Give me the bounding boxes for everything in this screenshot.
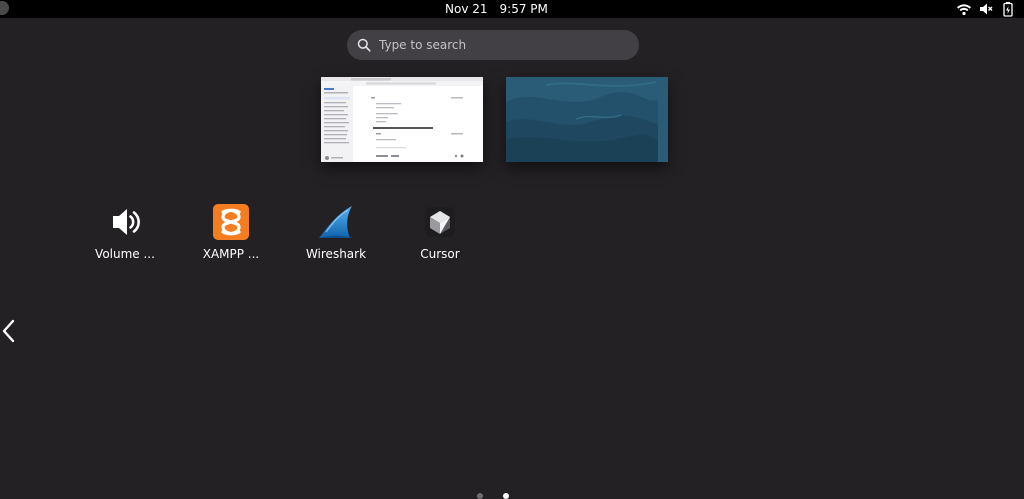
page-dot-2-active[interactable] — [503, 493, 509, 499]
app-label-xampp: XAMPP ... — [202, 247, 260, 261]
app-label-wireshark: Wireshark — [305, 247, 367, 261]
search-icon — [357, 38, 371, 52]
wifi-icon — [957, 4, 971, 16]
overview-screen: Nov 21 9:57 PM Type to search Volume ...… — [0, 0, 1024, 499]
xampp-icon — [213, 204, 249, 240]
system-tray[interactable] — [956, 1, 1016, 17]
wireshark-fin-icon — [319, 206, 353, 238]
date-text: Nov 21 — [445, 2, 488, 16]
chevron-left-icon[interactable] — [1, 318, 17, 344]
time-text: 9:57 PM — [499, 2, 548, 16]
desktop-wallpaper — [506, 77, 658, 162]
activities-button[interactable] — [0, 1, 9, 15]
cursor-cube-icon — [425, 207, 455, 237]
top-bar: Nov 21 9:57 PM — [0, 0, 1024, 18]
workspace-thumbnail-1[interactable] — [321, 77, 483, 162]
app-volume[interactable]: Volume ... — [70, 202, 180, 264]
app-xampp[interactable]: XAMPP ... — [176, 202, 286, 264]
search-input[interactable] — [379, 36, 619, 54]
clock[interactable]: Nov 21 9:57 PM — [445, 1, 548, 17]
workspace-thumbnail-2[interactable] — [506, 77, 668, 162]
app-label-cursor: Cursor — [420, 247, 460, 261]
page-dot-1[interactable] — [477, 493, 483, 499]
app-wireshark[interactable]: Wireshark — [281, 202, 391, 264]
battery-charging-icon — [1003, 2, 1013, 17]
speaker-icon — [113, 209, 140, 235]
app-label-volume: Volume ... — [95, 247, 155, 261]
volume-muted-icon — [980, 3, 993, 15]
page-indicator — [474, 491, 514, 499]
browser-window-thumbnail — [321, 77, 483, 162]
app-cursor[interactable]: Cursor — [385, 202, 495, 264]
search-bar[interactable] — [347, 30, 639, 60]
